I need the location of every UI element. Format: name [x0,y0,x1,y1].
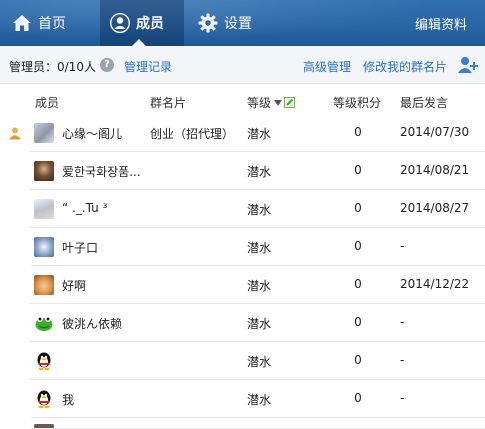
column-last-speak[interactable]: 最后发言 [400,94,448,111]
avatar [34,424,54,429]
member-points: 0 [354,201,362,215]
edit-profile-link[interactable]: 编辑资料 [415,0,467,46]
member-name[interactable]: 我 [62,391,74,408]
member-level: 潜水 [247,355,272,369]
tab-home-label: 首页 [38,16,66,32]
table-row[interactable]: 彼洮ん依赖 潜水 0 - [0,304,485,342]
column-level-points[interactable]: 等级积分 [333,94,381,111]
member-last-speak: 2014/12/22 [400,277,470,291]
penguin-avatar[interactable] [34,351,54,371]
tab-settings-label: 设置 [224,16,252,32]
column-level-label: 等级 [247,96,272,110]
member-level: 潜水 [247,241,272,255]
table-row[interactable]: 潜水 0 - [0,342,485,380]
advanced-management-link[interactable]: 高级管理 [303,58,351,75]
member-name[interactable]: “ ._.Tu ³ [62,201,107,215]
help-icon[interactable]: ? [100,58,114,72]
avatar[interactable] [34,237,54,257]
avatar[interactable] [34,275,54,295]
sort-down-icon[interactable] [274,100,283,106]
member-level: 潜水 [247,279,272,293]
penguin-avatar[interactable] [34,389,54,409]
member-name[interactable]: 心缘～阁儿 [62,125,122,142]
table-row[interactable]: 心缘～阁儿 创业（招代理） 潜水 0 2014/07/30 [0,114,485,152]
tab-home[interactable]: 首页 [12,0,82,46]
member-last-speak: 2014/07/30 [400,125,470,139]
gear-icon [198,13,218,33]
member-points: 0 [354,239,362,253]
avatar[interactable] [34,199,54,219]
table-row[interactable]: 叶子口 潜水 0 - [0,228,485,266]
member-last-speak: - [400,391,405,405]
member-last-speak: 2014/08/21 [400,163,470,177]
member-points: 0 [354,277,362,291]
tab-settings[interactable]: 设置 [198,0,268,46]
member-name[interactable]: 彼洮ん依赖 [62,315,122,332]
home-icon [13,15,31,31]
avatar[interactable] [34,161,54,181]
member-name[interactable]: 好啊 [62,277,86,294]
modify-group-card-link[interactable]: 修改我的群名片 [363,58,447,75]
active-tab-indicator [132,39,146,46]
member-name[interactable]: 爱한국화장품... [62,163,141,180]
avatar[interactable] [34,123,54,143]
member-points: 0 [354,315,362,329]
member-level: 潜水 [247,393,272,407]
member-points: 0 [354,391,362,405]
member-last-speak: - [400,239,405,253]
admin-log-link[interactable]: 管理记录 [124,58,172,75]
person-icon [110,13,130,33]
column-level[interactable]: 等级 [247,94,296,111]
table-row[interactable]: 我 潜水 0 - [0,380,485,418]
member-last-speak: - [400,353,405,367]
member-points: 0 [354,163,362,177]
avatar[interactable] [34,313,54,333]
member-last-speak: - [400,315,405,329]
tab-members-label: 成员 [136,16,164,32]
owner-icon [9,127,21,140]
table-row-partial [0,418,485,429]
member-points: 0 [354,353,362,367]
member-level: 潜水 [247,127,272,141]
member-level: 潜水 [247,165,272,179]
member-toolbar: 管理员：0/10人 ? 管理记录 高级管理 修改我的群名片 [0,46,485,84]
add-member-icon[interactable] [457,55,479,75]
member-table-header: 成员 群名片 等级 等级积分 最后发言 [0,88,485,114]
member-level: 潜水 [247,317,272,331]
member-name[interactable]: 叶子口 [62,239,98,256]
column-member[interactable]: 成员 [35,94,59,111]
table-row[interactable]: “ ._.Tu ³ 潜水 0 2014/08/27 [0,190,485,228]
member-last-speak: 2014/08/27 [400,201,470,215]
table-row[interactable]: 好啊 潜水 0 2014/12/22 [0,266,485,304]
member-group-card: 创业（招代理） [150,127,235,141]
admin-count: 管理员：0/10人 [9,60,96,74]
member-points: 0 [354,125,362,139]
pencil-icon[interactable] [284,97,296,108]
top-navigation-bar: 首页 成员 设置 编辑资料 [0,0,485,46]
column-group-card[interactable]: 群名片 [150,94,186,111]
table-row[interactable]: 爱한국화장품... 潜水 0 2014/08/21 [0,152,485,190]
member-level: 潜水 [247,203,272,217]
